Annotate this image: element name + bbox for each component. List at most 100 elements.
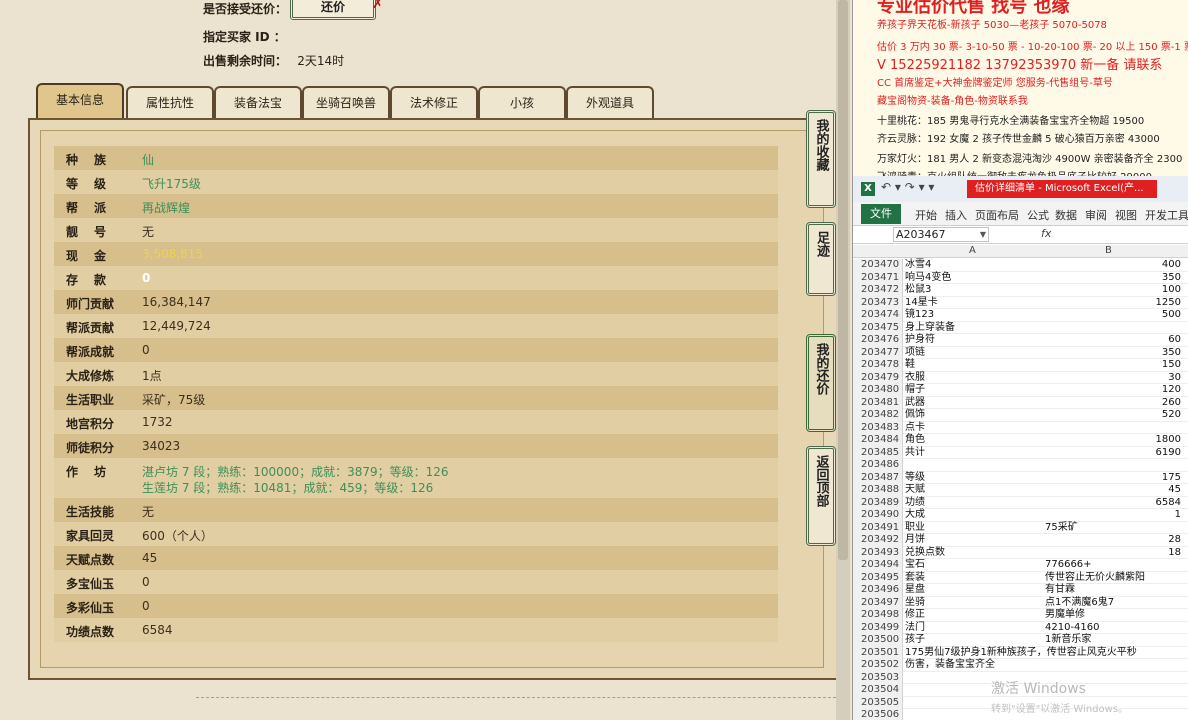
cell-a[interactable]: 月饼 bbox=[905, 534, 925, 547]
row-number[interactable]: 203477 bbox=[853, 346, 903, 359]
sheet-row[interactable]: 203496 星盘 有甘霖 bbox=[853, 584, 1188, 597]
row-number[interactable]: 203478 bbox=[853, 359, 903, 372]
row-number[interactable]: 203490 bbox=[853, 509, 903, 522]
row-number[interactable]: 203471 bbox=[853, 271, 903, 284]
row-number[interactable]: 203480 bbox=[853, 384, 903, 397]
row-number[interactable]: 203494 bbox=[853, 559, 903, 572]
cell-b[interactable]: 30 bbox=[1043, 372, 1181, 385]
row-number[interactable]: 203496 bbox=[853, 584, 903, 597]
tab-review[interactable]: 审阅 bbox=[1085, 207, 1107, 223]
row-number[interactable]: 203501 bbox=[853, 646, 903, 659]
column-header-b[interactable]: B bbox=[1105, 245, 1112, 256]
cell-a[interactable]: 孩子 bbox=[905, 634, 925, 647]
row-number[interactable]: 203493 bbox=[853, 546, 903, 559]
cell-b[interactable]: 776666+ bbox=[1045, 559, 1183, 572]
sheet-row[interactable]: 203498 修正 男魔单修 bbox=[853, 609, 1188, 622]
row-number[interactable]: 203483 bbox=[853, 421, 903, 434]
row-number[interactable]: 203484 bbox=[853, 434, 903, 447]
cell-a[interactable]: 衣服 bbox=[905, 372, 925, 385]
row-number[interactable]: 203486 bbox=[853, 459, 903, 472]
cell-a[interactable]: 镜123 bbox=[905, 309, 934, 322]
cell-b[interactable]: 18 bbox=[1043, 547, 1181, 560]
sheet-row[interactable]: 203490 大成 1 bbox=[853, 509, 1188, 522]
file-tab[interactable]: 文件 bbox=[861, 204, 901, 224]
row-number[interactable]: 203506 bbox=[853, 709, 903, 720]
sheet-row[interactable]: 203475 身上穿装备 bbox=[853, 321, 1188, 334]
cell-a[interactable]: 宝石 bbox=[905, 559, 925, 572]
page-scrollbar[interactable] bbox=[836, 0, 850, 720]
cell-a[interactable]: 职业 bbox=[905, 522, 925, 535]
row-number[interactable]: 203492 bbox=[853, 534, 903, 547]
tab-insert[interactable]: 插入 bbox=[945, 207, 967, 223]
cell-b[interactable]: 100 bbox=[1043, 284, 1181, 297]
tab-attributes[interactable]: 属性抗性 bbox=[126, 86, 214, 118]
cell-b[interactable]: 350 bbox=[1043, 272, 1181, 285]
close-icon[interactable]: ✗ bbox=[372, 0, 384, 12]
cell-b[interactable]: 520 bbox=[1043, 409, 1181, 422]
tab-data[interactable]: 数据 bbox=[1055, 207, 1077, 223]
cell-a[interactable]: 大成 bbox=[905, 509, 925, 522]
my-counter-offers-button[interactable]: 我的还价 bbox=[806, 334, 836, 432]
cell-b[interactable]: 45 bbox=[1043, 484, 1181, 497]
tab-formulas[interactable]: 公式 bbox=[1027, 207, 1049, 223]
cell-b[interactable]: 6584 bbox=[1043, 497, 1181, 510]
cell-a[interactable]: 坐骑 bbox=[905, 597, 925, 610]
tab-developer[interactable]: 开发工具 bbox=[1145, 207, 1188, 223]
cell-a[interactable]: 帽子 bbox=[905, 384, 925, 397]
sheet-row[interactable]: 203492 月饼 28 bbox=[853, 534, 1188, 547]
sheet-row[interactable]: 203487 等级 175 bbox=[853, 471, 1188, 485]
chevron-down-icon[interactable]: ▼ bbox=[980, 228, 986, 241]
sheet-row[interactable]: 203473 14星卡 1250 bbox=[853, 296, 1188, 310]
column-header-a[interactable]: A bbox=[969, 245, 976, 256]
tab-page-layout[interactable]: 页面布局 bbox=[975, 207, 1019, 223]
tab-children[interactable]: 小孩 bbox=[478, 86, 566, 118]
tab-spell-mods[interactable]: 法术修正 bbox=[390, 86, 478, 118]
sheet-row[interactable]: 203497 坐骑 点1不满魔6鬼7 bbox=[853, 596, 1188, 610]
cell-b[interactable]: 4210-4160 bbox=[1045, 622, 1183, 635]
cell-a[interactable]: 14星卡 bbox=[905, 297, 938, 310]
row-number[interactable]: 203499 bbox=[853, 621, 903, 634]
cell-b[interactable]: 有甘霖 bbox=[1045, 584, 1183, 597]
cell-b[interactable]: 75采矿 bbox=[1045, 522, 1183, 535]
sheet-row[interactable]: 203491 职业 75采矿 bbox=[853, 521, 1188, 535]
row-number[interactable]: 203474 bbox=[853, 309, 903, 322]
fx-icon[interactable]: fx bbox=[1041, 227, 1051, 240]
row-number[interactable]: 203502 bbox=[853, 659, 903, 672]
cell-b[interactable]: 传世容止无价火麟紫阳 bbox=[1045, 572, 1183, 585]
sheet-row[interactable]: 203477 项链 350 bbox=[853, 346, 1188, 360]
sheet-row[interactable]: 203500 孩子 1新音乐家 bbox=[853, 634, 1188, 647]
sheet-row[interactable]: 203474 镜123 500 bbox=[853, 309, 1188, 322]
row-number[interactable]: 203475 bbox=[853, 321, 903, 334]
cell-a[interactable]: 伤害，装备宝宝齐全 bbox=[905, 659, 995, 672]
cell-a[interactable]: 佩饰 bbox=[905, 409, 925, 422]
cell-a[interactable]: 等级 bbox=[905, 472, 925, 485]
cell-b[interactable]: 1新音乐家 bbox=[1045, 634, 1183, 647]
sheet-row[interactable]: 203502 伤害，装备宝宝齐全 bbox=[853, 659, 1188, 672]
cell-a[interactable]: 修正 bbox=[905, 609, 925, 622]
cell-b[interactable]: 175 bbox=[1043, 472, 1181, 485]
cell-a[interactable]: 护身符 bbox=[905, 334, 935, 347]
row-number[interactable]: 203470 bbox=[853, 259, 903, 272]
sheet-row[interactable]: 203493 兑换点数 18 bbox=[853, 546, 1188, 560]
cell-b[interactable]: 1250 bbox=[1043, 297, 1181, 310]
sheet-row[interactable]: 203478 鞋 150 bbox=[853, 359, 1188, 372]
sheet-row[interactable]: 203485 共计 6190 bbox=[853, 446, 1188, 459]
name-box[interactable]: A203467 ▼ bbox=[893, 227, 989, 242]
cell-a[interactable]: 鞋 bbox=[905, 359, 915, 372]
tab-view[interactable]: 视图 bbox=[1115, 207, 1137, 223]
row-number[interactable]: 203481 bbox=[853, 396, 903, 409]
cell-a[interactable]: 星盘 bbox=[905, 584, 925, 597]
row-number[interactable]: 203503 bbox=[853, 671, 903, 684]
tab-mounts-pets[interactable]: 坐骑召唤兽 bbox=[302, 86, 390, 118]
row-number[interactable]: 203498 bbox=[853, 609, 903, 622]
sheet-row[interactable]: 203481 武器 260 bbox=[853, 396, 1188, 409]
sheet-row[interactable]: 203482 佩饰 520 bbox=[853, 409, 1188, 422]
sheet-row[interactable]: 203472 松鼠3 100 bbox=[853, 284, 1188, 297]
cell-b[interactable]: 350 bbox=[1043, 347, 1181, 360]
cell-a[interactable]: 功绩 bbox=[905, 497, 925, 510]
cell-b[interactable]: 1 bbox=[1043, 509, 1181, 522]
counter-offer-button[interactable]: 还价 bbox=[290, 0, 376, 20]
cell-b[interactable]: 28 bbox=[1043, 534, 1181, 547]
row-number[interactable]: 203485 bbox=[853, 446, 903, 459]
back-to-top-button[interactable]: 返回顶部 bbox=[806, 446, 836, 546]
